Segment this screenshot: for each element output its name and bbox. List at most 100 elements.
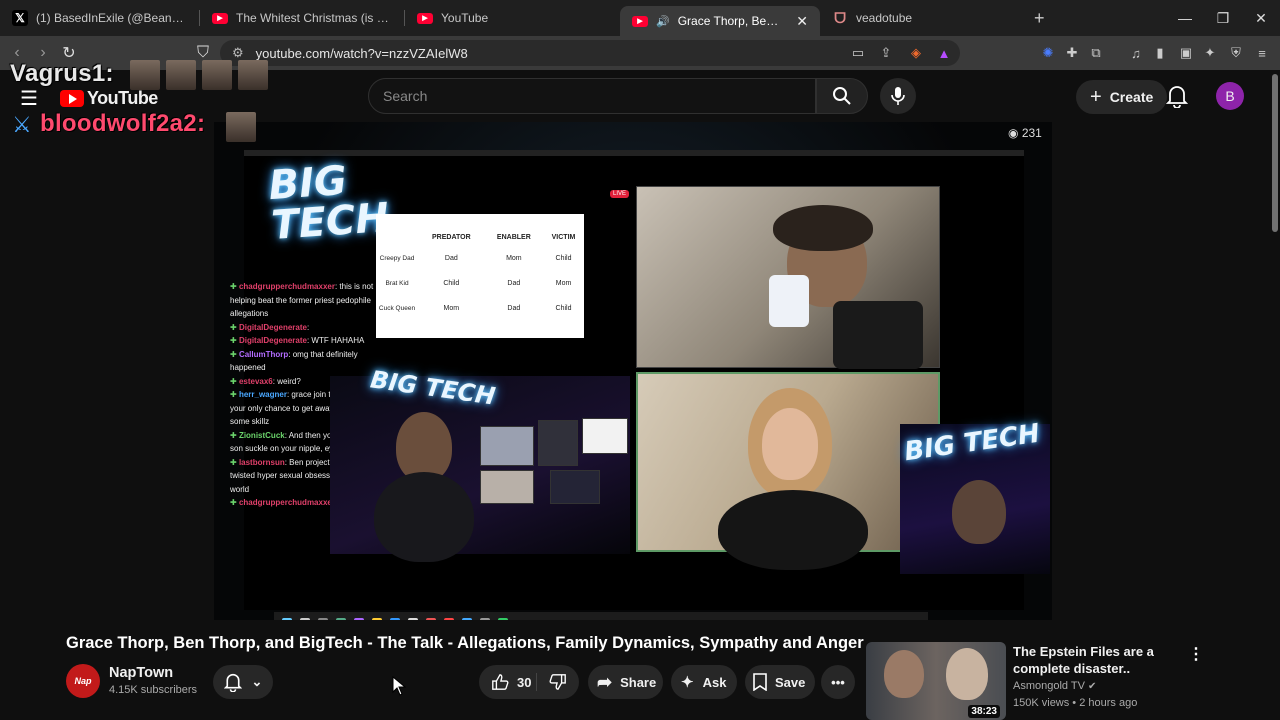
live-badge: LIVE <box>610 190 630 198</box>
url-text: youtube.com/watch?v=nzzVZAIelW8 <box>255 45 468 61</box>
more-actions-button[interactable]: ••• <box>821 665 855 699</box>
video-title: Grace Thorp, Ben Thorp, and BigTech - Th… <box>66 634 864 652</box>
media-icon[interactable]: ♫ <box>1126 43 1146 63</box>
youtube-icon: ▶ <box>212 12 228 24</box>
close-tab-icon[interactable]: ✕ <box>796 13 808 30</box>
thumbs-down-icon <box>549 674 566 690</box>
chat-username: chadgrupperchudmaxxer <box>238 498 335 507</box>
tab-title: veadotube <box>856 11 913 25</box>
badge-icon: ✚ <box>230 376 239 386</box>
monitor <box>582 418 628 454</box>
microphone <box>833 301 923 369</box>
browser-tab[interactable]: ᗜ veadotube <box>820 0 1020 36</box>
thumbs-up-icon <box>492 674 509 690</box>
dislike-button[interactable] <box>537 673 579 691</box>
notifications-bell-icon[interactable] <box>1166 84 1188 108</box>
badge-icon: ✚ <box>230 336 239 345</box>
voice-search-button[interactable] <box>880 78 916 114</box>
chat-message: ✚ CallumThorp: omg that definitely happe… <box>230 348 380 375</box>
mouse-cursor-icon <box>392 676 406 696</box>
save-label: Save <box>775 674 806 690</box>
screenshot-icon[interactable]: ⧉ <box>1086 43 1106 63</box>
save-button[interactable]: Save <box>745 665 815 699</box>
wallet-icon[interactable]: ▣ <box>1176 43 1196 63</box>
chat-message: ✚ DigitalDegenerate: WTF HAHAHA <box>230 334 380 348</box>
ask-button[interactable]: ✦ Ask <box>671 665 737 699</box>
search-input[interactable]: Search <box>368 78 816 114</box>
subscriber-count: 4.15K subscribers <box>109 684 198 696</box>
minimize-icon[interactable]: — <box>1166 0 1204 36</box>
puzzle-icon[interactable]: ✚ <box>1062 43 1082 63</box>
more-horizontal-icon: ••• <box>831 674 845 690</box>
browser-tab[interactable]: ▶ The Whitest Christmas (is here) - Chr <box>200 0 405 36</box>
table-cell: Child <box>443 280 460 287</box>
share-icon[interactable]: ⇪ <box>876 43 896 63</box>
share-button[interactable]: ➦ Share <box>588 665 663 699</box>
monitor <box>480 470 534 504</box>
chat-text: : WTF HAHAHA <box>306 336 365 345</box>
brave-shield-icon[interactable]: ◈ <box>906 43 926 63</box>
recommended-meta: 150K views • 2 hours ago <box>1013 697 1138 709</box>
overlay-avatar <box>238 60 268 90</box>
browser-tab[interactable]: ▶ YouTube <box>405 0 608 36</box>
search-icon <box>833 87 851 105</box>
tab-title: The Whitest Christmas (is here) - Chr <box>236 11 393 25</box>
windows-taskbar <box>274 612 928 620</box>
youtube-logo[interactable]: YouTube <box>60 88 158 109</box>
hamburger-menu-icon[interactable]: ☰ <box>20 86 38 111</box>
studio-camera-feed-2: BIG TECH <box>900 419 1050 574</box>
recommended-thumbnail[interactable]: 38:23 <box>866 642 1006 720</box>
video-player[interactable]: ◉ 231 BIG TECH LIVE PREDATOR ENABLER VICT… <box>214 122 1052 620</box>
chat-username: ZionistCuck <box>238 430 285 440</box>
thumbnail-face <box>884 650 924 698</box>
site-info-icon[interactable]: ⚙ <box>232 45 244 61</box>
channel-avatar[interactable]: Nap <box>66 664 100 698</box>
table-cell: Dad <box>507 280 521 287</box>
badge-icon: ✚ <box>230 322 239 332</box>
like-count: 30 <box>517 674 532 690</box>
bigtech-logo: BIG TECH <box>267 157 391 249</box>
webcam-grace <box>636 372 940 570</box>
cast-icon[interactable]: ▭ <box>848 43 868 63</box>
veadotube-icon: ᗜ <box>834 9 846 26</box>
restore-icon[interactable]: ❐ <box>1204 0 1242 36</box>
leo-icon[interactable]: ✦ <box>1200 43 1220 63</box>
badge-icon: ✚ <box>230 430 239 440</box>
stream-window-bar <box>244 150 1024 156</box>
microphone-icon <box>891 87 905 105</box>
tab-title: (1) BasedInExile (@Beans_Is_Baked) / <box>36 11 188 25</box>
browser-tab[interactable]: 𝕏 (1) BasedInExile (@Beans_Is_Baked) / <box>0 0 200 36</box>
menu-icon[interactable]: ≡ <box>1252 43 1272 63</box>
chat-text: : <box>306 322 310 332</box>
scrollbar[interactable] <box>1272 74 1278 232</box>
sidebar-icon[interactable]: ▮ <box>1150 43 1170 63</box>
webcam-ben <box>636 186 940 369</box>
recommended-channel-name: Asmongold TV <box>1013 680 1085 692</box>
x-icon: 𝕏 <box>12 10 28 26</box>
tab-title: Grace Thorp, Ben Thorp, and <box>677 14 783 28</box>
vpn-icon[interactable]: ⛨ <box>1226 43 1246 63</box>
badge-icon: ✚ <box>230 390 239 399</box>
more-vertical-icon[interactable]: ⋮ <box>1188 644 1204 664</box>
table-cell: Mom <box>506 255 522 262</box>
badge-icon: ✚ <box>230 349 239 359</box>
account-avatar[interactable]: B <box>1216 82 1244 110</box>
search-button[interactable] <box>816 78 868 114</box>
new-tab-icon[interactable]: + <box>1020 8 1059 29</box>
like-button[interactable]: 30 <box>479 673 537 691</box>
channel-name[interactable]: NapTown <box>109 665 173 681</box>
extension-icon[interactable]: ✺ <box>1038 43 1058 63</box>
share-arrow-icon: ➦ <box>597 671 613 692</box>
rewards-icon[interactable]: ▲ <box>934 43 954 63</box>
table-row: Creepy Dad Dad Mom Child <box>376 246 584 271</box>
viewer-count: ◉ 231 <box>1008 126 1042 140</box>
subscription-notifications-button[interactable]: ⌄ <box>213 665 273 699</box>
close-window-icon[interactable]: ✕ <box>1242 0 1280 36</box>
recommended-channel[interactable]: Asmongold TV ✔ <box>1013 680 1096 692</box>
chat-username: CallumThorp <box>238 349 289 359</box>
ask-label: Ask <box>702 674 727 690</box>
browser-tab-active[interactable]: ▶ 🔊 Grace Thorp, Ben Thorp, and ✕ <box>620 6 820 36</box>
recommended-title[interactable]: The Epstein Files are a complete disaste… <box>1013 643 1173 677</box>
youtube-icon: ▶ <box>632 15 648 27</box>
create-button[interactable]: + Create <box>1076 80 1168 114</box>
